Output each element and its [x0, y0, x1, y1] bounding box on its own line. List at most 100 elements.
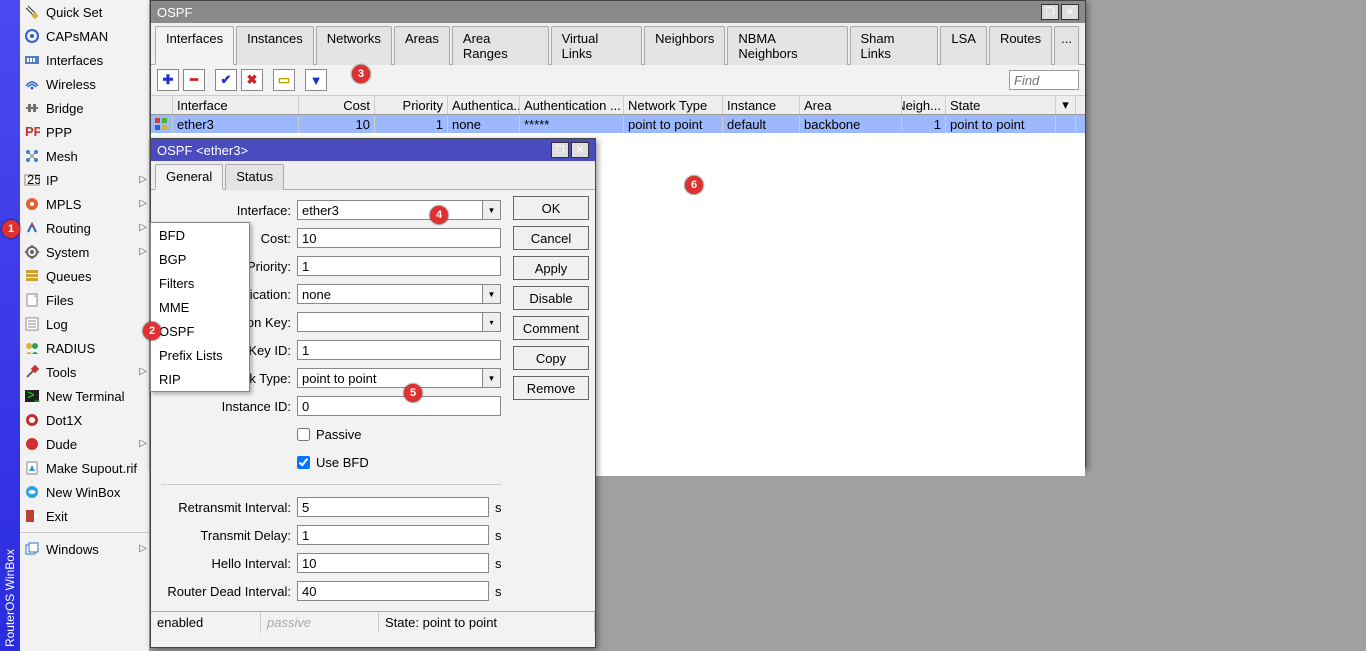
tab-interfaces[interactable]: Interfaces: [155, 26, 234, 65]
column-header[interactable]: Instance: [723, 96, 800, 114]
add-button[interactable]: ✚: [157, 69, 179, 91]
priority-field[interactable]: [297, 256, 501, 276]
svg-text:PP: PP: [25, 124, 40, 139]
submenu-item-bfd[interactable]: BFD: [151, 223, 249, 247]
column-header[interactable]: Neigh...: [902, 96, 946, 114]
tab-networks[interactable]: Networks: [316, 26, 392, 65]
interface-dropdown[interactable]: ▼: [483, 200, 501, 220]
submenu-item-filters[interactable]: Filters: [151, 271, 249, 295]
cancel-button[interactable]: Cancel: [513, 226, 589, 250]
ok-button[interactable]: OK: [513, 196, 589, 220]
find-input[interactable]: [1009, 70, 1079, 90]
dot1x-icon: [24, 412, 40, 428]
sidebar-item-bridge[interactable]: Bridge: [20, 96, 149, 120]
authkeyid-field[interactable]: [297, 340, 501, 360]
column-header[interactable]: Authentication ...: [520, 96, 624, 114]
enable-button[interactable]: ✔: [215, 69, 237, 91]
maximize-button[interactable]: ❐: [1041, 4, 1059, 20]
passive-checkbox[interactable]: [297, 428, 310, 441]
instanceid-field[interactable]: [297, 396, 501, 416]
sidebar-item-log[interactable]: Log: [20, 312, 149, 336]
sidebar-item-interfaces[interactable]: Interfaces: [20, 48, 149, 72]
chevron-right-icon: ▷: [139, 175, 147, 185]
sidebar-item-radius[interactable]: RADIUS: [20, 336, 149, 360]
tab-virtual-links[interactable]: Virtual Links: [551, 26, 642, 65]
tab-more[interactable]: ...: [1054, 26, 1079, 65]
usebfd-checkbox[interactable]: [297, 456, 310, 469]
tab-routes[interactable]: Routes: [989, 26, 1052, 65]
cost-field[interactable]: [297, 228, 501, 248]
remove-button[interactable]: ━: [183, 69, 205, 91]
column-header[interactable]: Cost: [299, 96, 375, 114]
transmitdelay-field[interactable]: [297, 525, 489, 545]
submenu-item-prefix-lists[interactable]: Prefix Lists: [151, 343, 249, 367]
authentication-dropdown[interactable]: ▼: [483, 284, 501, 304]
close-button[interactable]: ✕: [571, 142, 589, 158]
networktype-field[interactable]: [297, 368, 483, 388]
sidebar-item-quick-set[interactable]: Quick Set: [20, 0, 149, 24]
column-header[interactable]: State: [946, 96, 1056, 114]
sidebar-item-exit[interactable]: Exit: [20, 504, 149, 528]
table-row[interactable]: ether3 10 1 none ***** point to point de…: [151, 115, 1085, 133]
authkey-expand[interactable]: ▾: [483, 312, 501, 332]
authkey-field[interactable]: [297, 312, 483, 332]
sidebar-item-dude[interactable]: Dude▷: [20, 432, 149, 456]
column-header[interactable]: [151, 96, 173, 114]
authentication-field[interactable]: [297, 284, 483, 304]
sidebar-item-windows[interactable]: Windows▷: [20, 537, 149, 561]
disable-button[interactable]: Disable: [513, 286, 589, 310]
sidebar-item-new-terminal[interactable]: >_New Terminal: [20, 384, 149, 408]
tab-status[interactable]: Status: [225, 164, 284, 190]
dead-field[interactable]: [297, 581, 489, 601]
submenu-item-rip[interactable]: RIP: [151, 367, 249, 391]
comment-button[interactable]: Comment: [513, 316, 589, 340]
tab-area-ranges[interactable]: Area Ranges: [452, 26, 549, 65]
apply-button[interactable]: Apply: [513, 256, 589, 280]
sidebar-item-system[interactable]: System▷: [20, 240, 149, 264]
cell-auth: none: [448, 115, 520, 133]
tab-lsa[interactable]: LSA: [940, 26, 987, 65]
tab-nbma-neighbors[interactable]: NBMA Neighbors: [727, 26, 847, 65]
window-title-bar[interactable]: OSPF <ether3> ❐ ✕: [151, 139, 595, 161]
retransmit-field[interactable]: [297, 497, 489, 517]
column-header[interactable]: Interface: [173, 96, 299, 114]
sidebar-item-queues[interactable]: Queues: [20, 264, 149, 288]
sidebar-item-mesh[interactable]: Mesh: [20, 144, 149, 168]
tab-instances[interactable]: Instances: [236, 26, 314, 65]
maximize-button[interactable]: ❐: [551, 142, 569, 158]
interface-field[interactable]: [297, 200, 483, 220]
window-title-bar[interactable]: OSPF ❐ ✕: [151, 1, 1085, 23]
column-header[interactable]: Area: [800, 96, 902, 114]
sidebar-item-mpls[interactable]: MPLS▷: [20, 192, 149, 216]
submenu-item-ospf[interactable]: OSPF: [151, 319, 249, 343]
comment-button[interactable]: ▭: [273, 69, 295, 91]
hello-field[interactable]: [297, 553, 489, 573]
column-header[interactable]: Network Type: [624, 96, 723, 114]
sidebar-item-make-supout-rif[interactable]: Make Supout.rif: [20, 456, 149, 480]
submenu-item-mme[interactable]: MME: [151, 295, 249, 319]
networktype-dropdown[interactable]: ▼: [483, 368, 501, 388]
tab-areas[interactable]: Areas: [394, 26, 450, 65]
tab-sham-links[interactable]: Sham Links: [850, 26, 939, 65]
callout-badge: 6: [685, 176, 703, 194]
remove-button[interactable]: Remove: [513, 376, 589, 400]
column-header[interactable]: Authentica...: [448, 96, 520, 114]
copy-button[interactable]: Copy: [513, 346, 589, 370]
column-dropdown[interactable]: ▾: [1056, 96, 1076, 114]
column-header[interactable]: Priority: [375, 96, 448, 114]
sidebar-item-ip[interactable]: 255IP▷: [20, 168, 149, 192]
tab-neighbors[interactable]: Neighbors: [644, 26, 725, 65]
submenu-item-bgp[interactable]: BGP: [151, 247, 249, 271]
sidebar-item-routing[interactable]: Routing▷: [20, 216, 149, 240]
sidebar-item-dot1x[interactable]: Dot1X: [20, 408, 149, 432]
close-button[interactable]: ✕: [1061, 4, 1079, 20]
sidebar-item-wireless[interactable]: Wireless: [20, 72, 149, 96]
disable-button[interactable]: ✖: [241, 69, 263, 91]
filter-button[interactable]: ▼: [305, 69, 327, 91]
sidebar-item-files[interactable]: Files: [20, 288, 149, 312]
sidebar-item-ppp[interactable]: PPPPP: [20, 120, 149, 144]
tab-general[interactable]: General: [155, 164, 223, 190]
sidebar-item-capsman[interactable]: CAPsMAN: [20, 24, 149, 48]
sidebar-item-new-winbox[interactable]: New WinBox: [20, 480, 149, 504]
sidebar-item-tools[interactable]: Tools▷: [20, 360, 149, 384]
